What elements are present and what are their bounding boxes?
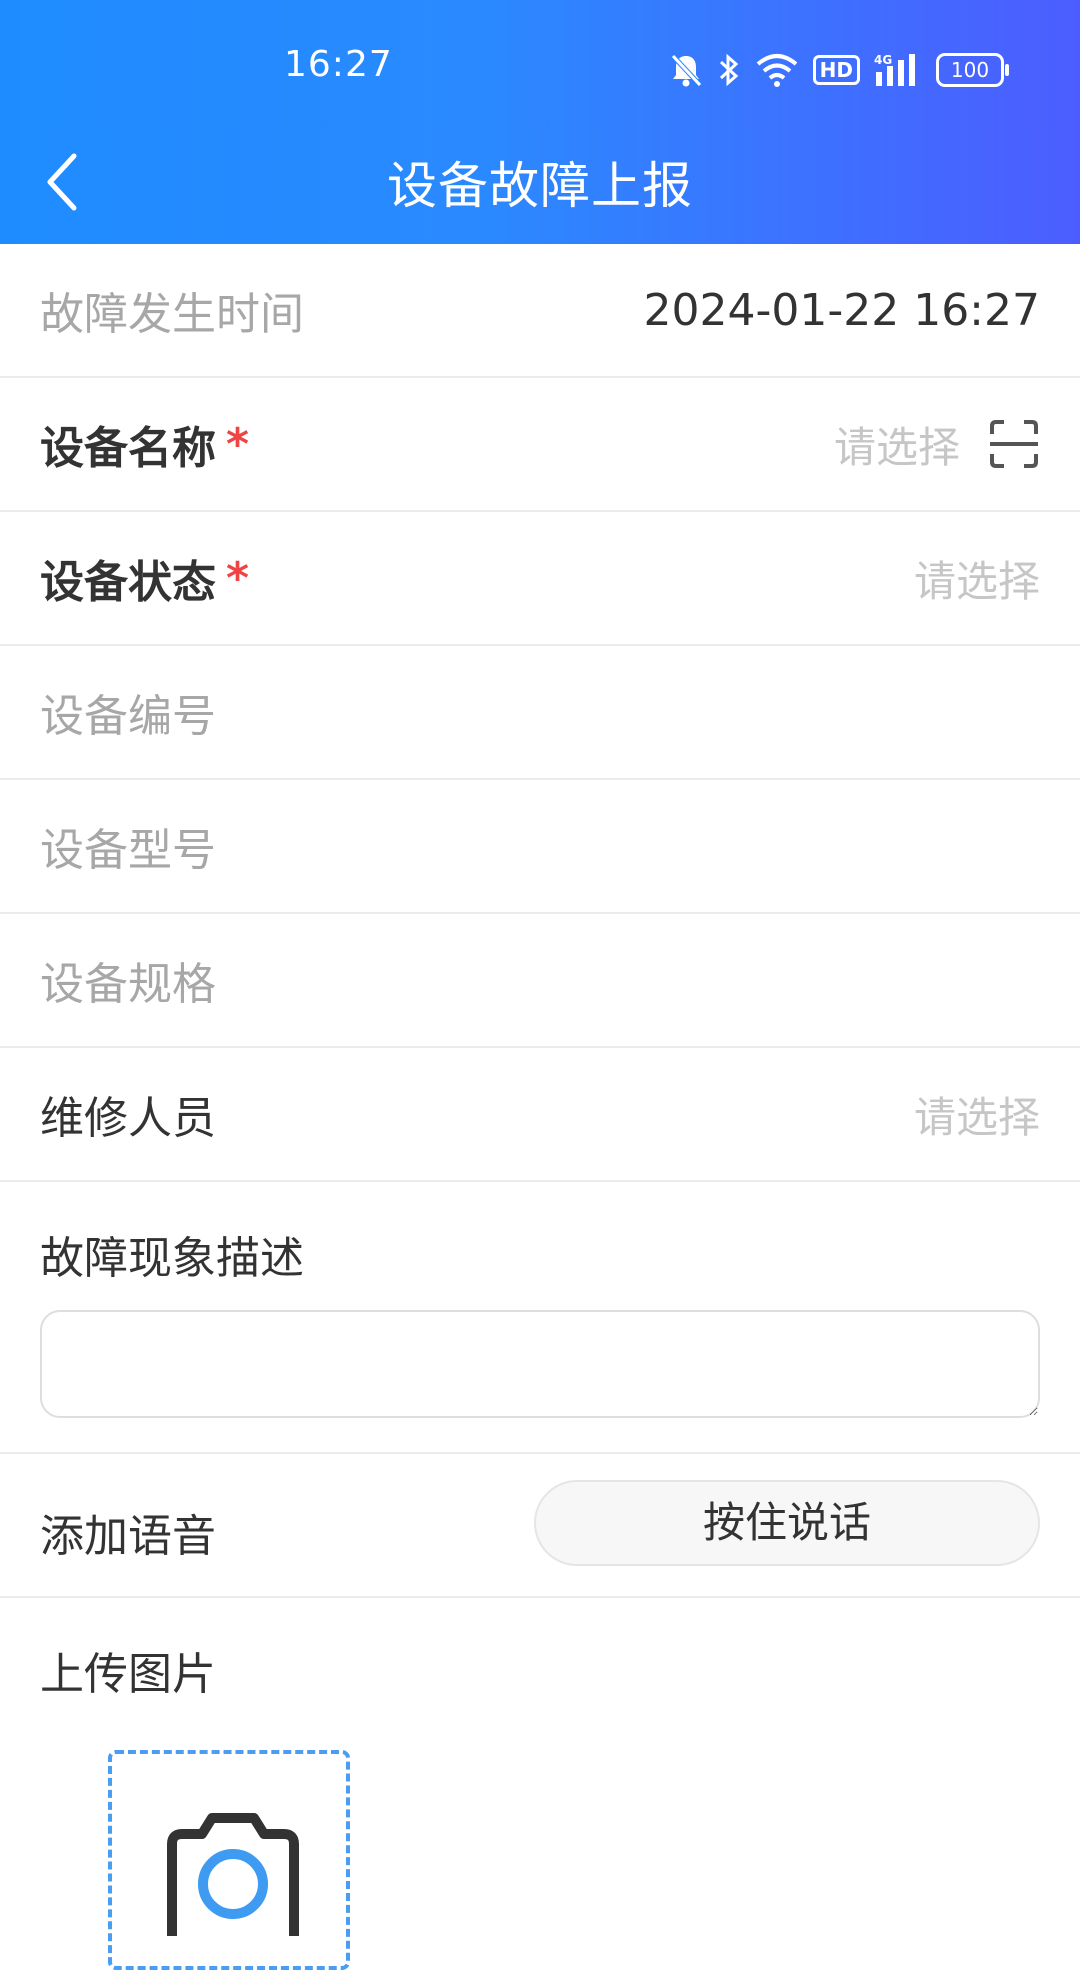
device-status-row[interactable]: 设备状态 * 请选择	[0, 512, 1080, 646]
app-header: 16:27 HD 4G 100 设备故障上报	[0, 0, 1080, 244]
scan-icon[interactable]	[988, 418, 1040, 470]
status-icons: HD 4G 100	[669, 48, 1009, 92]
device-name-select[interactable]: 请选择	[834, 414, 960, 475]
device-name-row[interactable]: 设备名称 * 请选择	[0, 378, 1080, 512]
required-mark: *	[226, 418, 250, 470]
fault-time-value: 2024-01-22 16:27	[643, 284, 1041, 336]
bluetooth-icon	[717, 52, 741, 88]
fault-report-form: 故障发生时间 2024-01-22 16:27 设备名称 * 请选择 设备状态 …	[0, 244, 1080, 1970]
repair-person-label: 维修人员	[40, 1093, 216, 1144]
device-model-label: 设备型号	[40, 825, 216, 876]
device-status-select[interactable]: 请选择	[914, 548, 1040, 609]
device-number-row: 设备编号	[0, 646, 1080, 780]
camera-icon	[167, 1813, 299, 1936]
voice-row: 添加语音 按住说话	[0, 1454, 1080, 1598]
wifi-icon	[755, 52, 799, 88]
description-label: 故障现象描述	[40, 1233, 304, 1284]
status-time: 16:27	[284, 44, 393, 85]
device-model-row: 设备型号	[0, 780, 1080, 914]
voice-label: 添加语音	[40, 1511, 216, 1562]
description-input[interactable]	[40, 1310, 1040, 1418]
repair-person-select[interactable]: 请选择	[914, 1084, 1040, 1145]
upload-row: 上传图片	[0, 1598, 1080, 1970]
description-row: 故障现象描述	[0, 1182, 1080, 1454]
device-name-label: 设备名称	[40, 423, 216, 474]
hold-to-talk-button[interactable]: 按住说话	[534, 1480, 1040, 1566]
device-status-label: 设备状态	[40, 557, 216, 608]
4g-signal-icon: 4G	[874, 52, 922, 88]
device-spec-label: 设备规格	[40, 959, 216, 1010]
hd-icon: HD	[812, 55, 860, 85]
mute-bell-icon	[669, 52, 703, 88]
upload-label: 上传图片	[40, 1649, 216, 1700]
required-mark: *	[226, 552, 250, 604]
fault-time-label: 故障发生时间	[40, 289, 304, 340]
device-number-label: 设备编号	[40, 691, 216, 742]
repair-person-row[interactable]: 维修人员 请选择	[0, 1048, 1080, 1182]
page-title: 设备故障上报	[387, 157, 693, 215]
svg-text:4G: 4G	[874, 53, 892, 67]
upload-image-button[interactable]	[108, 1750, 350, 1970]
fault-time-row[interactable]: 故障发生时间 2024-01-22 16:27	[0, 244, 1080, 378]
device-spec-row: 设备规格	[0, 914, 1080, 1048]
battery-icon: 100	[936, 53, 1009, 87]
